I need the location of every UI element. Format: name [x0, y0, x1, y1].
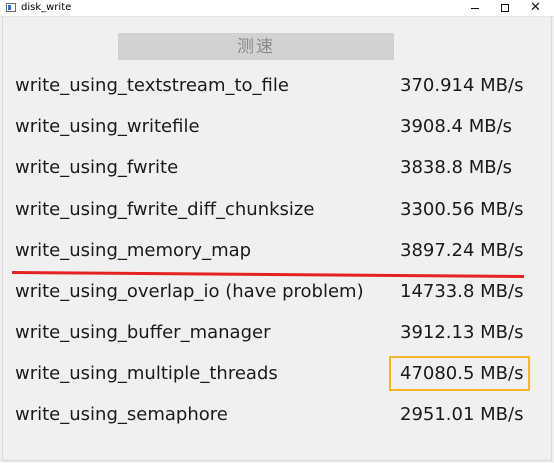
maximize-icon	[500, 4, 509, 12]
result-label: write_using_textstream_to_file	[15, 75, 289, 96]
result-label: write_using_fwrite	[15, 157, 179, 178]
result-row: write_using_textstream_to_file 370.914 M…	[0, 66, 554, 106]
app-icon	[6, 3, 16, 12]
highlight-annotation	[389, 356, 530, 391]
result-label: write_using_memory_map	[15, 240, 252, 261]
result-row: write_using_fwrite 3838.8 MB/s	[0, 148, 554, 188]
result-row: write_using_overlap_io (have problem) 14…	[0, 272, 554, 312]
minimize-button[interactable]	[458, 0, 491, 16]
result-label: write_using_multiple_threads	[15, 363, 278, 384]
window-title: disk_write	[21, 2, 72, 13]
close-icon: ✕	[530, 0, 541, 15]
result-row: write_using_buffer_manager 3912.13 MB/s	[0, 313, 554, 353]
result-value: 3838.8 MB/s	[400, 157, 513, 178]
result-value: 3897.24 MB/s	[400, 240, 524, 261]
result-value: 3300.56 MB/s	[400, 199, 524, 220]
result-row: write_using_writefile 3908.4 MB/s	[0, 107, 554, 147]
result-value: 14733.8 MB/s	[400, 281, 524, 302]
result-value: 370.914 MB/s	[400, 75, 524, 96]
result-label: write_using_writefile	[15, 116, 200, 137]
result-label: write_using_overlap_io (have problem)	[15, 281, 364, 302]
result-label: write_using_fwrite_diff_chunksize	[15, 199, 315, 220]
result-label: write_using_semaphore	[15, 404, 228, 425]
speed-test-button[interactable]: 测速	[118, 33, 394, 60]
result-value: 2951.01 MB/s	[400, 404, 524, 425]
app-window: disk_write ✕ 测速 write_using_textstream_t…	[0, 0, 554, 463]
maximize-button[interactable]	[488, 0, 521, 16]
minimize-icon	[470, 7, 479, 9]
result-row: write_using_memory_map 3897.24 MB/s	[0, 231, 554, 271]
result-label: write_using_buffer_manager	[15, 322, 271, 343]
result-row: write_using_fwrite_diff_chunksize 3300.5…	[0, 190, 554, 230]
result-value: 3908.4 MB/s	[400, 116, 513, 137]
result-value: 3912.13 MB/s	[400, 322, 524, 343]
close-button[interactable]: ✕	[519, 0, 552, 16]
result-row: write_using_semaphore 2951.01 MB/s	[0, 395, 554, 435]
title-bar[interactable]: disk_write ✕	[0, 0, 554, 17]
